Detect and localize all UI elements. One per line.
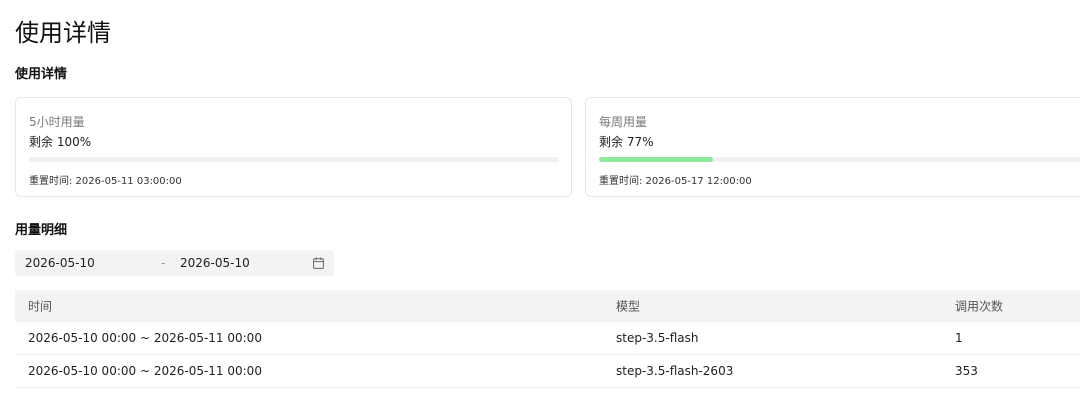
reset-time: 重置时间: 2026-05-17 12:00:00 xyxy=(599,176,752,187)
usage-section-title: 使用详情 xyxy=(15,67,68,82)
card-label: 5小时用量 xyxy=(29,115,85,129)
date-range-picker[interactable]: 2026-05-10 - 2026-05-10 xyxy=(15,250,334,276)
column-header-call-count: 调用次数 xyxy=(955,299,1004,314)
reset-time: 重置时间: 2026-05-11 03:00:00 xyxy=(29,176,182,187)
usage-detail-table: 时间 模型 调用次数 2026-05-10 00:00 ~ 2026-05-11… xyxy=(15,290,1080,388)
cell-model: step-3.5-flash xyxy=(616,331,699,345)
column-header-model: 模型 xyxy=(616,299,641,314)
card-label: 每周用量 xyxy=(599,115,648,129)
column-header-time: 时间 xyxy=(28,299,53,314)
usage-progress-bar xyxy=(29,157,559,162)
remaining-text: 剩余 77% xyxy=(599,135,654,149)
table-row: 2026-05-10 00:00 ~ 2026-05-11 00:00 step… xyxy=(15,322,1080,355)
page-title: 使用详情 xyxy=(15,19,111,47)
cell-time: 2026-05-10 00:00 ~ 2026-05-11 00:00 xyxy=(28,331,262,345)
detail-section-title: 用量明细 xyxy=(15,223,68,238)
cell-call-count: 1 xyxy=(955,331,963,345)
weekly-usage-card: 每周用量 剩余 77% 重置时间: 2026-05-17 12:00:00 xyxy=(585,97,1080,197)
date-range-separator: - xyxy=(161,256,166,270)
usage-progress-fill xyxy=(599,157,713,162)
calendar-icon[interactable] xyxy=(313,257,324,269)
cell-call-count: 353 xyxy=(955,364,978,378)
usage-progress-bar xyxy=(599,157,1080,162)
five-hour-usage-card: 5小时用量 剩余 100% 重置时间: 2026-05-11 03:00:00 xyxy=(15,97,572,197)
cell-model: step-3.5-flash-2603 xyxy=(616,364,734,378)
table-header: 时间 模型 调用次数 xyxy=(15,290,1080,322)
date-start-input[interactable]: 2026-05-10 xyxy=(25,256,95,270)
cell-time: 2026-05-10 00:00 ~ 2026-05-11 00:00 xyxy=(28,364,262,378)
table-row: 2026-05-10 00:00 ~ 2026-05-11 00:00 step… xyxy=(15,355,1080,388)
date-end-input[interactable]: 2026-05-10 xyxy=(180,256,250,270)
remaining-text: 剩余 100% xyxy=(29,135,92,149)
